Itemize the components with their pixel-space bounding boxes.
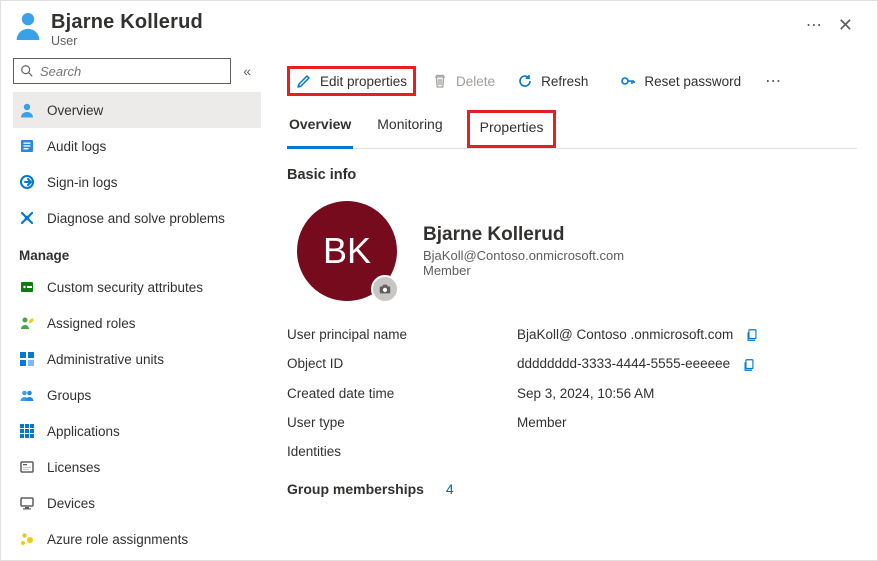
blade-header: Bjarne Kollerud User ⋯ ✕: [1, 1, 877, 54]
sidebar-item-groups[interactable]: Groups: [13, 377, 261, 413]
sidebar-item-label: Administrative units: [47, 352, 164, 367]
sidebar-item-sign-in-logs[interactable]: Sign-in logs: [13, 164, 261, 200]
delete-button: Delete: [426, 69, 501, 93]
sidebar-item-label: Overview: [47, 103, 103, 118]
basic-info-heading: Basic info: [287, 167, 857, 183]
tab-properties[interactable]: Properties: [467, 110, 557, 148]
csa-icon: [19, 279, 35, 295]
sidebar-item-licenses[interactable]: Licenses: [13, 449, 261, 485]
person-icon: [19, 102, 35, 118]
user-icon: [15, 11, 41, 41]
audit-icon: [19, 138, 35, 154]
reset-password-label: Reset password: [644, 74, 741, 89]
row-usertype: User type Member: [287, 415, 857, 430]
search-box[interactable]: [13, 58, 231, 84]
page-title: Bjarne Kollerud: [51, 11, 794, 34]
sidebar-item-label: Diagnose and solve problems: [47, 211, 225, 226]
upn-text: BjaKoll@Contoso.onmicrosoft.com: [423, 248, 624, 263]
apps-icon: [19, 423, 35, 439]
sidebar-item-administrative-units[interactable]: Administrative units: [13, 341, 261, 377]
sidebar-item-label: Custom security attributes: [47, 280, 203, 295]
trash-icon: [432, 73, 448, 89]
group-memberships-row: Group memberships 4: [287, 481, 857, 497]
roles-icon: [19, 315, 35, 331]
collapse-sidebar-button[interactable]: «: [243, 63, 251, 79]
main-content: Edit properties Delete Refresh Reset pas…: [261, 54, 877, 559]
display-name: Bjarne Kollerud: [423, 224, 624, 246]
group-memberships-count[interactable]: 4: [446, 481, 454, 497]
sidebar: « Overview Audit logs Sign-in logs Diagnose…: [1, 54, 261, 559]
command-bar: Edit properties Delete Refresh Reset pas…: [287, 58, 857, 110]
tab-overview[interactable]: Overview: [287, 110, 353, 148]
sidebar-item-overview[interactable]: Overview: [13, 92, 261, 128]
sidebar-item-label: Devices: [47, 496, 95, 511]
upn-value: BjaKoll@ Contoso .onmicrosoft.com: [517, 327, 733, 342]
signin-icon: [19, 174, 35, 190]
created-label: Created date time: [287, 386, 517, 401]
close-button[interactable]: ✕: [830, 11, 861, 40]
sidebar-item-audit-logs[interactable]: Audit logs: [13, 128, 261, 164]
row-identities: Identities: [287, 444, 857, 459]
sidebar-item-diagnose-and-solve-problems[interactable]: Diagnose and solve problems: [13, 200, 261, 236]
key-icon: [620, 73, 636, 89]
sidebar-group-manage: Manage: [13, 236, 261, 269]
identities-label: Identities: [287, 444, 517, 459]
objectid-label: Object ID: [287, 356, 517, 371]
page-subtitle: User: [51, 34, 794, 48]
pencil-icon: [296, 73, 312, 89]
header-more-button[interactable]: ⋯: [798, 11, 830, 39]
change-photo-button[interactable]: [371, 275, 399, 303]
delete-label: Delete: [456, 74, 495, 89]
copy-upn-button[interactable]: [745, 328, 759, 342]
group-memberships-label: Group memberships: [287, 481, 424, 497]
refresh-button[interactable]: Refresh: [511, 69, 594, 93]
row-objectid: Object ID dddddddd-3333-4444-5555-eeeeee: [287, 356, 857, 371]
sidebar-item-label: Licenses: [47, 460, 100, 475]
created-value: Sep 3, 2024, 10:56 AM: [517, 386, 857, 401]
refresh-icon: [517, 73, 533, 89]
usertype-label: User type: [287, 415, 517, 430]
row-upn: User principal name BjaKoll@ Contoso .on…: [287, 327, 857, 342]
edit-properties-label: Edit properties: [320, 74, 407, 89]
search-input[interactable]: [40, 60, 224, 82]
upn-label: User principal name: [287, 327, 517, 342]
sidebar-item-azure-role-assignments[interactable]: Azure role assignments: [13, 521, 261, 557]
toolbar-more-button[interactable]: ⋯: [757, 67, 789, 95]
sidebar-item-custom-security-attributes[interactable]: Custom security attributes: [13, 269, 261, 305]
groups-icon: [19, 387, 35, 403]
tab-monitoring[interactable]: Monitoring: [375, 110, 444, 148]
sidebar-item-label: Assigned roles: [47, 316, 136, 331]
identities-value: [517, 444, 857, 459]
basic-info-block: BK Bjarne Kollerud BjaKoll@Contoso.onmic…: [287, 201, 857, 301]
azureroles-icon: [19, 531, 35, 547]
sidebar-item-authentication-methods[interactable]: Authentication methods: [13, 557, 261, 559]
sidebar-item-label: Azure role assignments: [47, 532, 188, 547]
devices-icon: [19, 495, 35, 511]
sidebar-item-label: Sign-in logs: [47, 175, 118, 190]
diagnose-icon: [19, 210, 35, 226]
sidebar-item-label: Audit logs: [47, 139, 106, 154]
member-type: Member: [423, 263, 624, 278]
sidebar-item-label: Groups: [47, 388, 91, 403]
reset-password-button[interactable]: Reset password: [614, 69, 747, 93]
sidebar-item-label: Applications: [47, 424, 120, 439]
edit-properties-button[interactable]: Edit properties: [287, 66, 416, 96]
sidebar-item-applications[interactable]: Applications: [13, 413, 261, 449]
adminunits-icon: [19, 351, 35, 367]
search-icon: [20, 64, 40, 78]
camera-icon: [378, 282, 392, 296]
row-created: Created date time Sep 3, 2024, 10:56 AM: [287, 386, 857, 401]
sidebar-item-devices[interactable]: Devices: [13, 485, 261, 521]
licenses-icon: [19, 459, 35, 475]
content-tabs: Overview Monitoring Properties: [287, 110, 857, 149]
refresh-label: Refresh: [541, 74, 588, 89]
copy-objectid-button[interactable]: [742, 358, 756, 372]
usertype-value: Member: [517, 415, 857, 430]
objectid-value: dddddddd-3333-4444-5555-eeeeee: [517, 356, 730, 371]
sidebar-item-assigned-roles[interactable]: Assigned roles: [13, 305, 261, 341]
